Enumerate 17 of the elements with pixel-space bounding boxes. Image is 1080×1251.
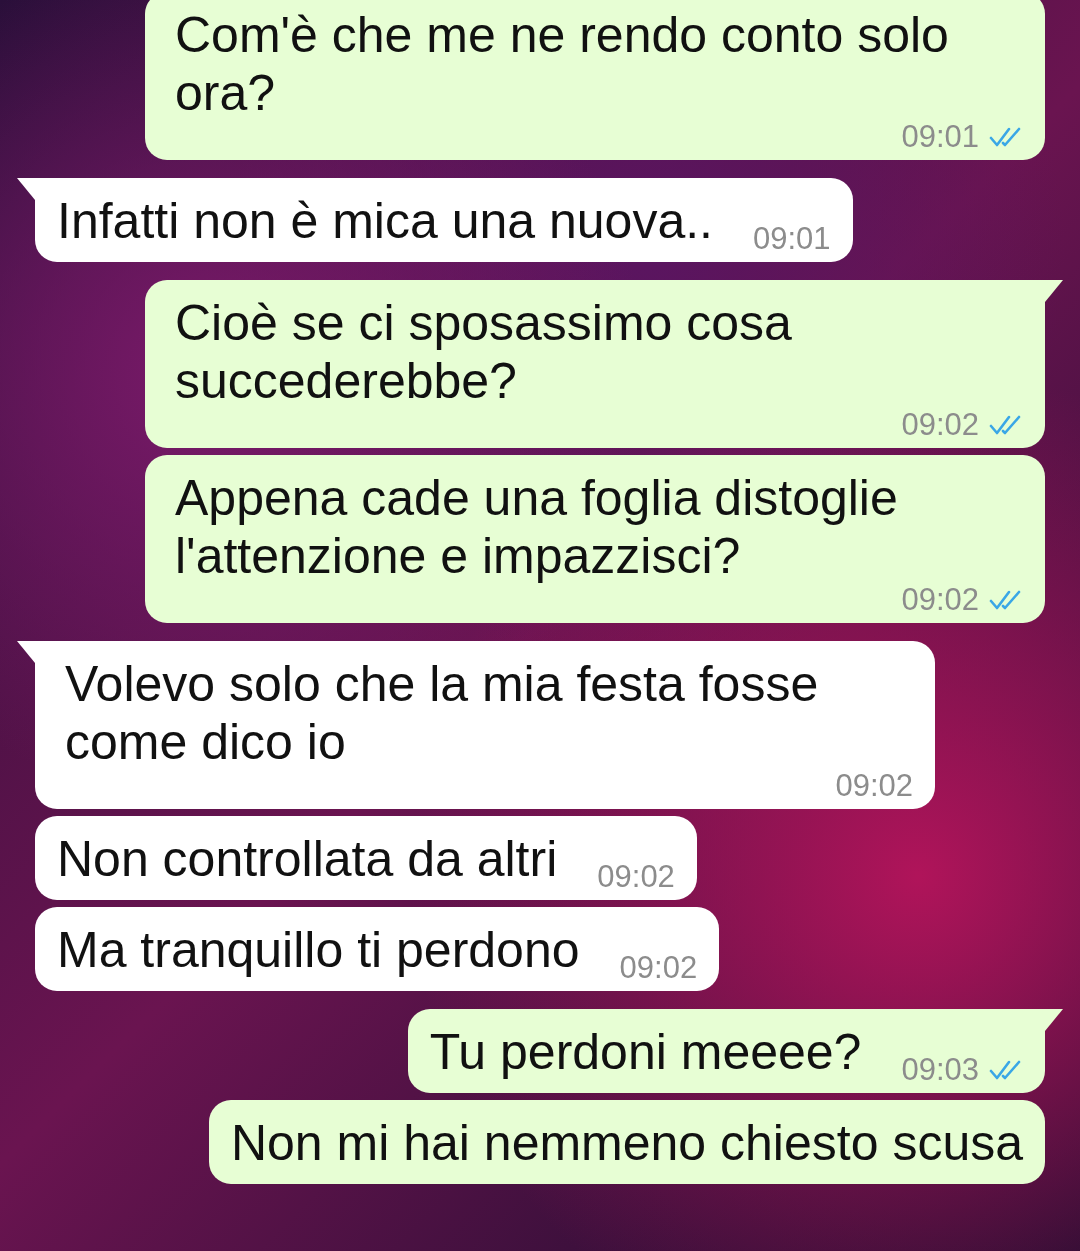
message-text: Appena cade una foglia distoglie l'attenzione e impazzisci? (175, 469, 899, 585)
message-time: 09:03 (901, 1055, 979, 1085)
message-text: Ma tranquillo ti perdono (57, 921, 580, 979)
message-time: 09:02 (619, 953, 698, 983)
message-text: Cioè se ci sposassimo cosa succederebbe? (175, 294, 793, 410)
message-text: Tu perdoni meeee? (429, 1023, 862, 1081)
message-text: Infatti non è mica una nuova.. (57, 192, 713, 250)
message-text: Volevo solo che la mia festa fosse come dico io (65, 655, 820, 771)
message-time: 09:01 (901, 122, 979, 152)
message-time: 09:02 (835, 771, 913, 801)
message-text: Non mi hai nemmeno chiesto scusa (230, 1114, 1023, 1172)
message-time: 09:02 (597, 862, 675, 892)
message-text: Non controllata da altri (57, 830, 558, 888)
message-time: 09:02 (901, 410, 979, 440)
message-text: Com'è che me ne rendo conto solo ora? (175, 6, 950, 122)
message-time: 09:02 (901, 585, 979, 615)
message-time: 09:01 (753, 224, 831, 254)
